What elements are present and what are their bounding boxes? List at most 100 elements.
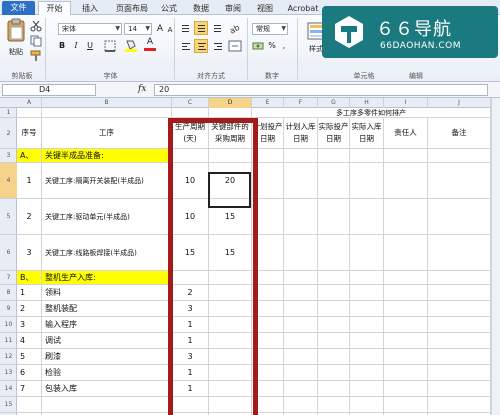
purchase-cycle[interactable]: 20 xyxy=(209,163,252,199)
tab-page-layout[interactable]: 页面布局 xyxy=(112,2,152,15)
purchase-cycle[interactable]: 15 xyxy=(209,199,252,235)
cell[interactable] xyxy=(384,301,428,317)
cell[interactable] xyxy=(384,381,428,397)
cell[interactable] xyxy=(252,271,284,285)
cell[interactable] xyxy=(209,333,252,349)
process-name[interactable]: 关键工序:驱动单元(半成品) xyxy=(42,199,172,235)
column-title[interactable]: 计划投产日期 xyxy=(252,118,284,149)
cell[interactable] xyxy=(172,271,209,285)
production-cycle[interactable]: 1 xyxy=(172,317,209,333)
cell[interactable] xyxy=(172,108,209,118)
align-center-button[interactable] xyxy=(194,39,208,53)
item-number[interactable]: 3 xyxy=(17,317,42,333)
row-header-15[interactable]: 15 xyxy=(0,397,17,413)
cell[interactable] xyxy=(384,235,428,271)
cell[interactable] xyxy=(384,349,428,365)
cell[interactable] xyxy=(252,235,284,271)
cell[interactable] xyxy=(384,333,428,349)
column-title[interactable]: 实际入库日期 xyxy=(350,118,384,149)
cell[interactable] xyxy=(284,271,318,285)
row-header-5[interactable]: 5 xyxy=(0,199,17,235)
cell[interactable] xyxy=(350,149,384,163)
row-header-6[interactable]: 6 xyxy=(0,235,17,271)
cell[interactable] xyxy=(209,397,252,413)
fill-color-icon[interactable] xyxy=(124,39,138,52)
paste-button[interactable]: 粘贴 xyxy=(4,18,28,60)
column-title[interactable]: 序号 xyxy=(17,118,42,149)
process-name[interactable]: 关键工序:隔离开关装配(半成品) xyxy=(42,163,172,199)
tab-file[interactable]: 文件 xyxy=(2,1,35,15)
tab-data[interactable]: 数据 xyxy=(190,2,212,15)
column-title[interactable]: 关键部件的采购周期 xyxy=(209,118,252,149)
cell[interactable] xyxy=(172,397,209,413)
cell[interactable] xyxy=(252,301,284,317)
column-header-e[interactable]: E xyxy=(252,98,284,108)
column-header-d[interactable]: D xyxy=(209,98,252,108)
cell[interactable] xyxy=(318,285,350,301)
cell[interactable] xyxy=(284,317,318,333)
section-title[interactable]: 关键半成品准备: xyxy=(42,149,172,163)
cell[interactable] xyxy=(318,149,350,163)
column-header-b[interactable]: B xyxy=(42,98,172,108)
italic-button[interactable]: I xyxy=(70,40,82,52)
cell[interactable] xyxy=(318,301,350,317)
row-header-11[interactable]: 11 xyxy=(0,333,17,349)
column-title[interactable]: 实际投产日期 xyxy=(318,118,350,149)
section-title[interactable]: 整机生产入库: xyxy=(42,271,172,285)
production-cycle[interactable]: 10 xyxy=(172,199,209,235)
column-header-g[interactable]: G xyxy=(318,98,350,108)
cell[interactable] xyxy=(284,163,318,199)
underline-button[interactable]: U xyxy=(84,40,96,52)
sheet-banner[interactable]: 多工序多零件如何排产 xyxy=(252,108,491,118)
cell[interactable] xyxy=(428,199,491,235)
cell[interactable] xyxy=(284,149,318,163)
number-format-select[interactable]: 常规 ▼ xyxy=(252,23,288,35)
font-size-select[interactable]: 14 ▼ xyxy=(124,23,152,35)
row-header-10[interactable]: 10 xyxy=(0,317,17,333)
cell[interactable] xyxy=(384,285,428,301)
cell[interactable] xyxy=(350,349,384,365)
cell[interactable] xyxy=(384,163,428,199)
cell[interactable] xyxy=(252,365,284,381)
cell[interactable] xyxy=(384,271,428,285)
tab-insert[interactable]: 插入 xyxy=(80,2,100,15)
cell[interactable] xyxy=(428,301,491,317)
column-header-a[interactable]: A xyxy=(17,98,42,108)
cell[interactable] xyxy=(384,317,428,333)
align-middle-button[interactable] xyxy=(194,21,208,35)
cell[interactable] xyxy=(42,397,172,413)
production-cycle[interactable]: 1 xyxy=(172,365,209,381)
cell[interactable] xyxy=(350,317,384,333)
cut-icon[interactable] xyxy=(30,20,42,32)
row-header-9[interactable]: 9 xyxy=(0,301,17,317)
row-header-7[interactable]: 7 xyxy=(0,271,17,285)
cell[interactable] xyxy=(318,381,350,397)
cell[interactable] xyxy=(209,285,252,301)
cell[interactable] xyxy=(209,149,252,163)
cell[interactable] xyxy=(350,301,384,317)
cell[interactable] xyxy=(17,108,42,118)
cell[interactable] xyxy=(252,149,284,163)
cell[interactable] xyxy=(318,333,350,349)
cell[interactable] xyxy=(209,108,252,118)
cell[interactable] xyxy=(318,235,350,271)
column-title[interactable]: 计划入库日期 xyxy=(284,118,318,149)
cell[interactable] xyxy=(350,365,384,381)
cell[interactable] xyxy=(172,149,209,163)
name-box[interactable]: D4 xyxy=(2,84,96,96)
align-top-button[interactable] xyxy=(178,21,192,35)
cell[interactable] xyxy=(252,381,284,397)
align-left-button[interactable] xyxy=(178,39,192,53)
production-cycle[interactable]: 1 xyxy=(172,381,209,397)
tab-review[interactable]: 审阅 xyxy=(222,2,244,15)
cell[interactable] xyxy=(428,333,491,349)
cell[interactable] xyxy=(350,163,384,199)
item-number[interactable]: 3 xyxy=(17,235,42,271)
item-number[interactable]: 6 xyxy=(17,365,42,381)
row-header-4[interactable]: 4 xyxy=(0,163,17,199)
cell[interactable] xyxy=(318,317,350,333)
cell[interactable] xyxy=(209,365,252,381)
cell[interactable] xyxy=(350,397,384,413)
production-cycle[interactable]: 3 xyxy=(172,349,209,365)
tab-home[interactable]: 开始 xyxy=(38,1,71,16)
